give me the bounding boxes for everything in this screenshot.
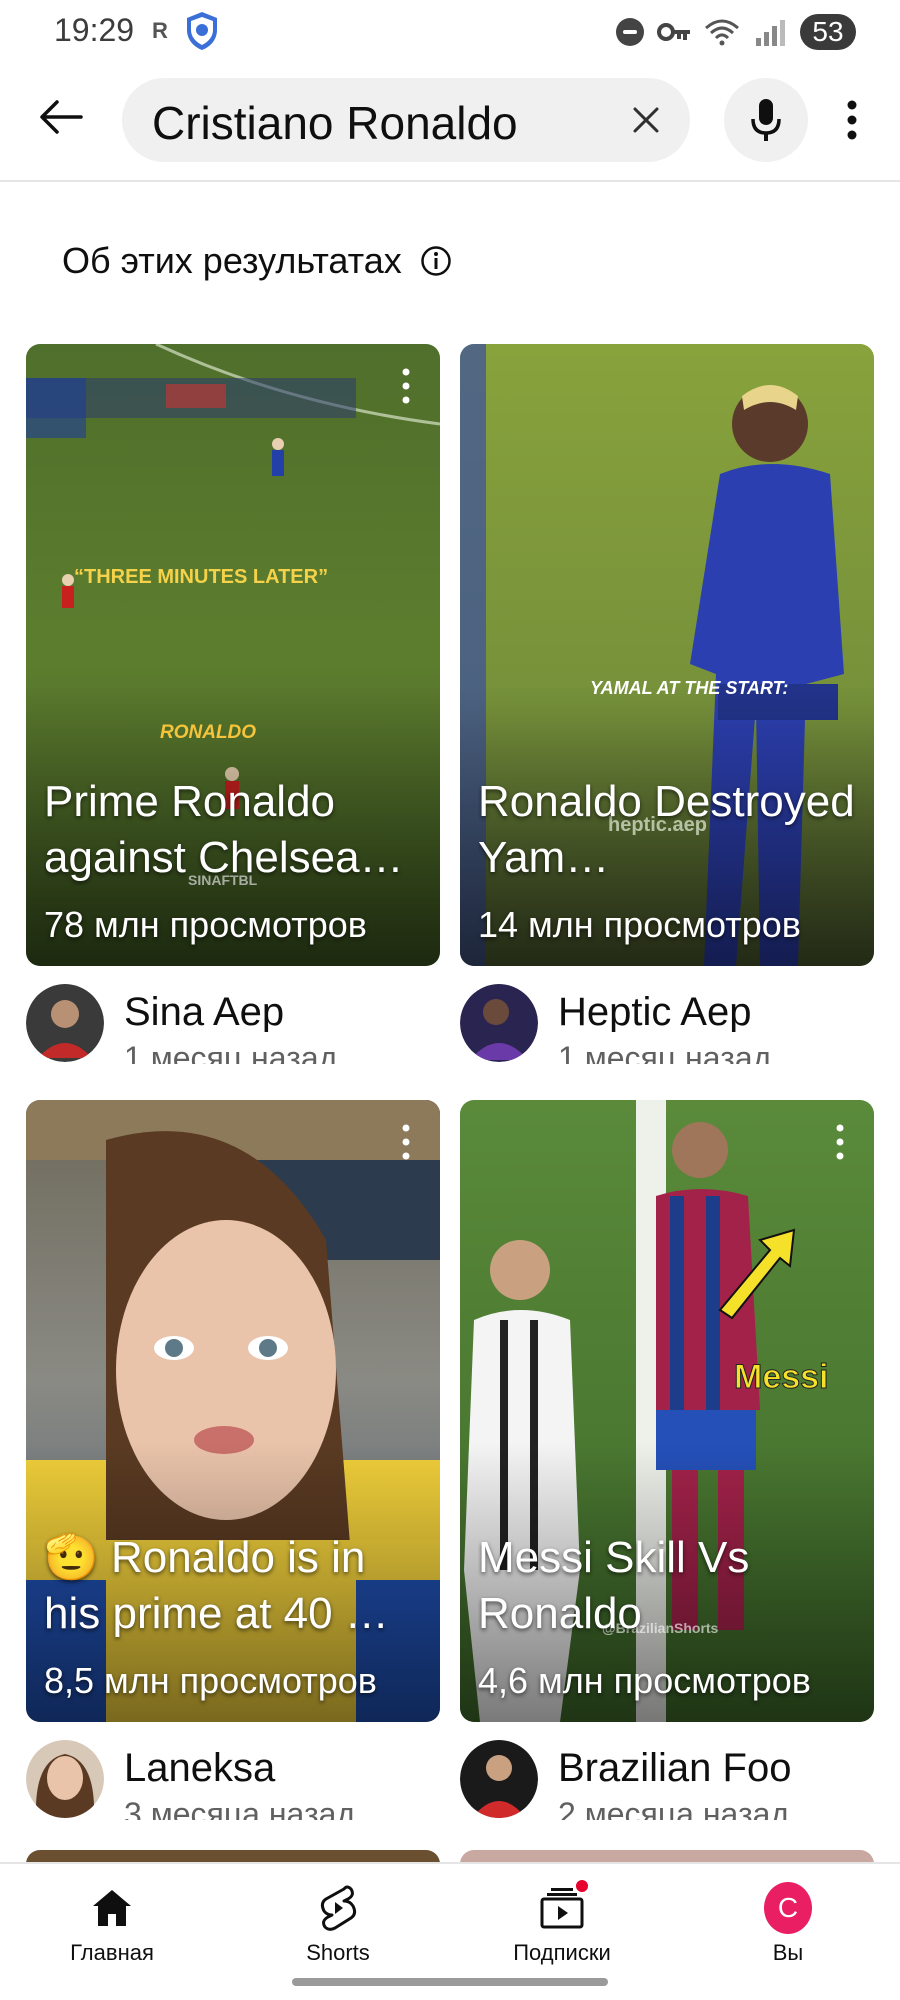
subscriptions-icon — [538, 1878, 590, 1932]
more-options-button[interactable] — [830, 92, 874, 148]
status-icons: 53 — [616, 12, 856, 52]
short-views: 4,6 млн просмотров — [478, 1660, 811, 1701]
nav-you-label: Вы — [772, 1940, 804, 1965]
about-results-label: Об этих результатах — [62, 240, 402, 281]
upload-age: 3 месяца назад — [124, 1796, 356, 1820]
search-input[interactable]: Cristiano Ronaldo — [122, 78, 690, 162]
arrow-left-icon — [40, 100, 83, 134]
nav-you[interactable]: C Вы — [698, 1882, 878, 1974]
short-views: 78 млн просмотров — [44, 904, 367, 945]
short-card-1[interactable]: “THREE MINUTES LATER” RONALDO SINAFTBL P… — [26, 344, 440, 966]
nav-home-label: Главная — [70, 1940, 154, 1965]
overlay-caption: YAMAL AT THE START: — [590, 678, 789, 698]
channel-name: Brazilian Foo — [558, 1746, 792, 1788]
nav-subscriptions-label: Подписки — [513, 1940, 611, 1965]
short-meta-2: Heptic Aep 1 месяц назад — [460, 984, 874, 1064]
microphone-icon — [751, 99, 781, 141]
clear-search-button[interactable] — [620, 94, 672, 146]
account-avatar: C — [764, 1882, 812, 1934]
short-title: Messi Skill Vs Ronaldo — [478, 1533, 750, 1638]
channel-avatar[interactable] — [26, 984, 104, 1062]
nav-shorts-label: Shorts — [306, 1940, 370, 1965]
short-views: 8,5 млн просмотров — [44, 1660, 377, 1701]
short-title: Prime Ronaldo against Chelsea… — [44, 777, 404, 882]
overlay-caption: RONALDO — [160, 722, 257, 743]
about-results-row[interactable]: Об этих результатах — [62, 240, 452, 282]
upload-age: 1 месяц назад — [558, 1040, 772, 1064]
card-menu-icon[interactable] — [828, 1122, 852, 1162]
channel-name: Sina Aep — [124, 990, 285, 1032]
gesture-bar[interactable] — [292, 1978, 608, 1986]
overlay-caption: Messi — [734, 1358, 829, 1397]
wifi-icon — [705, 19, 739, 46]
battery-badge: 53 — [800, 14, 856, 50]
short-card-2[interactable]: YAMAL AT THE START: heptic.aep Ronaldo D… — [460, 344, 874, 966]
card-menu-icon[interactable] — [394, 1122, 418, 1162]
account-initial: C — [764, 1882, 812, 1934]
notification-dot — [574, 1878, 590, 1894]
channel-avatar[interactable] — [460, 984, 538, 1062]
shorts-icon — [314, 1884, 362, 1932]
short-meta-4: Brazilian Foo 2 месяца назад — [460, 1740, 874, 1820]
info-icon[interactable] — [420, 245, 452, 277]
short-meta-1: Sina Aep 1 месяц назад — [26, 984, 440, 1064]
search-query: Cristiano Ronaldo — [152, 97, 518, 149]
signal-icon — [756, 20, 785, 46]
short-card-4[interactable]: Messi @BrazilianShorts Messi Skill Vs Ro… — [460, 1100, 874, 1722]
channel-name: Heptic Aep — [558, 990, 752, 1032]
status-time: 19:29 — [54, 12, 135, 48]
roaming-indicator: R — [152, 18, 168, 43]
short-views: 14 млн просмотров — [478, 904, 801, 945]
do-not-disturb-icon — [616, 18, 644, 46]
short-title: 🫡 Ronaldo is in his prime at 40 … — [44, 1533, 389, 1638]
search-header: Cristiano Ronaldo — [0, 64, 900, 182]
vpn-shield-icon — [187, 12, 217, 50]
back-button[interactable] — [30, 86, 92, 148]
channel-avatar[interactable] — [460, 1740, 538, 1818]
status-bar: 19:29 R 53 — [0, 0, 900, 64]
short-title: Ronaldo Destroyed Yam… — [478, 777, 855, 882]
vertical-dots-icon — [847, 100, 857, 140]
close-icon — [633, 107, 659, 133]
card-menu-icon[interactable] — [394, 366, 418, 406]
upload-age: 1 месяц назад — [124, 1040, 338, 1064]
voice-search-button[interactable] — [724, 78, 808, 162]
home-icon — [88, 1884, 136, 1932]
channel-avatar[interactable] — [26, 1740, 104, 1818]
overlay-caption: “THREE MINUTES LATER” — [74, 566, 329, 588]
short-card-3[interactable]: 🫡 Ronaldo is in his prime at 40 … 8,5 мл… — [26, 1100, 440, 1722]
channel-name: Laneksa — [124, 1746, 276, 1788]
nav-shorts[interactable]: Shorts — [248, 1884, 428, 1974]
key-icon — [657, 23, 690, 41]
nav-subscriptions[interactable]: Подписки — [472, 1878, 652, 1974]
nav-home[interactable]: Главная — [22, 1884, 202, 1974]
upload-age: 2 месяца назад — [558, 1796, 790, 1820]
short-meta-3: Laneksa 3 месяца назад — [26, 1740, 440, 1820]
